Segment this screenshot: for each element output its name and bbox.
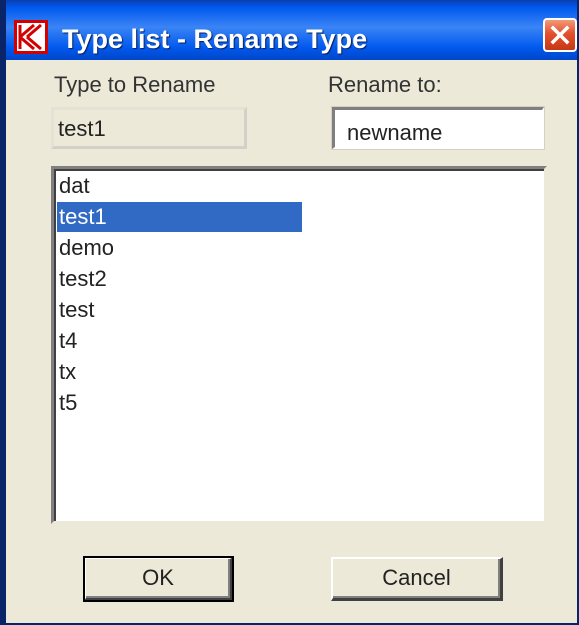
title-bar[interactable]: Type list - Rename Type [6,0,577,60]
rename-type-dialog: Type list - Rename Type Type to Rename R… [0,0,579,625]
list-item[interactable]: test2 [59,264,107,294]
close-button[interactable] [543,18,577,52]
ok-button[interactable]: OK [83,556,234,602]
list-item[interactable]: t4 [59,326,77,356]
list-item[interactable]: test [59,295,94,325]
close-icon [550,25,570,45]
rename-to-label: Rename to: [328,72,442,97]
type-to-rename-label: Type to Rename [54,72,216,97]
window-title: Type list - Rename Type [62,24,368,54]
k-logo-icon [14,20,48,54]
type-to-rename-field: test1 [51,107,247,149]
list-item[interactable]: demo [59,233,114,263]
list-item[interactable]: dat [59,171,90,201]
cancel-button[interactable]: Cancel [331,557,503,601]
list-item[interactable]: tx [59,357,76,387]
type-listbox[interactable]: dat test1 demo test2 test t4 tx t5 [51,166,547,524]
list-item[interactable]: t5 [59,388,77,418]
rename-to-input[interactable] [332,107,544,149]
list-item-selected[interactable]: test1 [57,202,302,232]
